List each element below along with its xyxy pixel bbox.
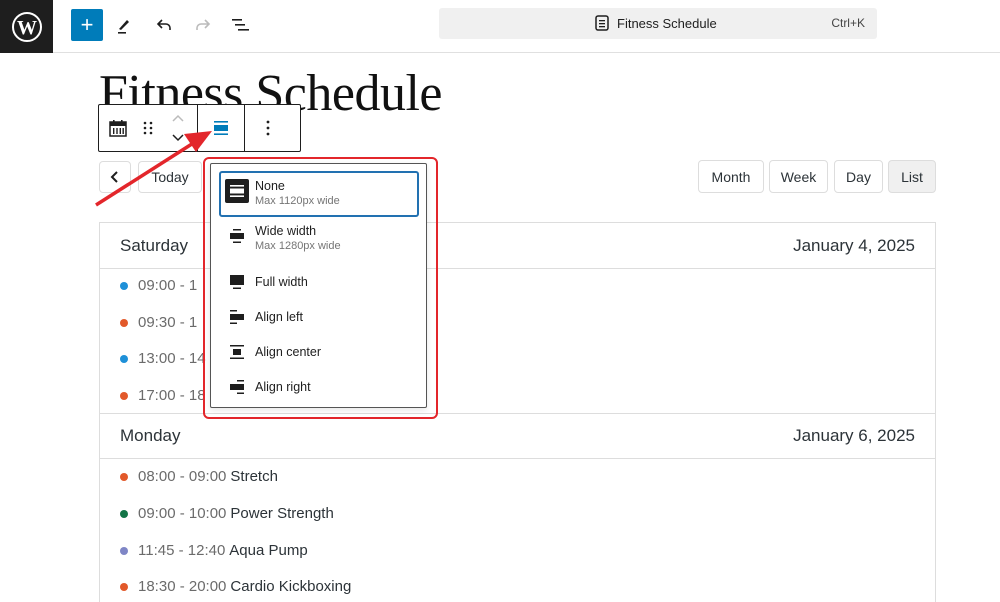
wordpress-icon: W	[11, 11, 42, 42]
option-label: Align right	[255, 380, 311, 394]
event-dot	[120, 391, 128, 400]
event-dot	[120, 509, 128, 518]
list-item[interactable]: 09:30 - 1	[120, 314, 201, 331]
option-sub: Max 1280px wide	[255, 240, 341, 252]
event-time: 08:00 - 09:00	[138, 468, 227, 485]
align-center-icon	[225, 340, 249, 364]
page-icon	[595, 15, 609, 31]
undo-button[interactable]	[148, 9, 180, 41]
event-title: Stretch	[230, 468, 278, 485]
event-title: Power Strength	[230, 505, 334, 522]
day-date: January 4, 2025	[793, 235, 915, 255]
align-button[interactable]	[206, 105, 236, 151]
day-name: Saturday	[120, 235, 189, 255]
chevron-left-icon	[110, 171, 118, 183]
calendar-icon	[109, 120, 127, 137]
editor-top-bar: W + Fitness Schedule Ctrl+K	[0, 0, 1000, 53]
view-week-button[interactable]: Week	[769, 160, 828, 193]
list-item[interactable]: 08:00 - 09:00 Stretch	[120, 468, 278, 485]
add-block-button[interactable]: +	[71, 9, 103, 41]
document-overview-button[interactable]	[225, 9, 257, 41]
align-left-icon	[225, 305, 249, 329]
block-type-button[interactable]	[103, 105, 133, 151]
view-month-button[interactable]: Month	[698, 160, 764, 193]
event-dot	[120, 318, 128, 327]
svg-text:W: W	[17, 17, 37, 39]
event-time: 09:00 - 1	[138, 277, 198, 294]
event-dot	[120, 582, 128, 591]
tools-button[interactable]	[108, 9, 140, 41]
list-item[interactable]: 09:00 - 10:00 Power Strength	[120, 505, 334, 522]
event-title: Cardio Kickboxing	[230, 578, 352, 595]
drag-handle[interactable]	[133, 105, 163, 151]
command-palette-bar[interactable]: Fitness Schedule Ctrl+K	[439, 8, 877, 39]
option-label: Full width	[255, 275, 308, 289]
option-label: Align center	[255, 345, 322, 359]
event-time: 09:30 - 1	[138, 314, 198, 331]
align-option-left[interactable]: Align left	[219, 305, 419, 329]
align-option-center[interactable]: Align center	[219, 340, 419, 364]
drag-icon	[143, 121, 153, 135]
list-view-icon	[232, 19, 249, 31]
align-full-icon	[225, 270, 249, 294]
event-time: 11:45 - 12:40	[138, 542, 226, 559]
list-item[interactable]: 18:30 - 20:00 Cardio Kickboxing	[120, 578, 351, 595]
list-item[interactable]: 11:45 - 12:40 Aqua Pump	[120, 542, 308, 559]
redo-button[interactable]	[187, 9, 219, 41]
redo-icon	[196, 19, 211, 30]
align-option-wide[interactable]: Wide width Max 1280px wide	[219, 224, 419, 252]
align-right-icon	[225, 375, 249, 399]
option-sub: Max 1120px wide	[255, 195, 340, 207]
align-option-full[interactable]: Full width	[219, 270, 419, 294]
pencil-icon	[118, 20, 129, 34]
command-bar-title: Fitness Schedule	[595, 15, 717, 31]
align-option-none[interactable]: None Max 1120px wide	[219, 171, 419, 217]
option-label: Align left	[255, 310, 303, 324]
option-label: None	[255, 179, 285, 193]
alignment-menu: None Max 1120px wide Wide width Max 1280px…	[210, 163, 427, 408]
chevron-up-down-icon	[172, 114, 184, 142]
block-toolbar	[98, 104, 301, 152]
day-header: Monday January 6, 2025	[100, 413, 935, 459]
list-item[interactable]: 17:00 - 18	[120, 387, 210, 404]
undo-icon	[156, 19, 171, 30]
list-item[interactable]: 13:00 - 14	[120, 350, 210, 367]
view-list-button[interactable]: List	[888, 160, 936, 193]
day-date: January 6, 2025	[793, 426, 915, 445]
view-day-button[interactable]: Day	[834, 160, 883, 193]
event-title: Aqua Pump	[229, 542, 308, 559]
event-dot	[120, 281, 128, 290]
move-up-down-buttons[interactable]	[163, 105, 193, 151]
plus-icon: +	[80, 12, 94, 37]
list-item[interactable]: 09:00 - 1	[120, 277, 201, 294]
event-dot	[120, 354, 128, 363]
event-dot	[120, 546, 128, 555]
day-name: Monday	[120, 426, 181, 445]
prev-button[interactable]	[99, 161, 131, 193]
event-time: 13:00 - 14	[138, 350, 206, 367]
event-time: 17:00 - 18	[138, 387, 206, 404]
event-time: 09:00 - 10:00	[138, 505, 227, 522]
align-none-icon	[214, 121, 228, 135]
today-button[interactable]: Today	[138, 161, 202, 193]
option-label: Wide width	[255, 224, 317, 238]
align-wide-icon	[225, 224, 249, 248]
command-bar-page-title: Fitness Schedule	[617, 15, 717, 31]
align-none-icon	[225, 179, 249, 203]
command-shortcut: Ctrl+K	[831, 16, 865, 30]
event-dot	[120, 472, 128, 481]
event-time: 18:30 - 20:00	[138, 578, 227, 595]
block-options-button[interactable]	[253, 105, 283, 151]
wordpress-logo[interactable]: W	[0, 0, 53, 53]
align-option-right[interactable]: Align right	[219, 375, 419, 399]
more-vertical-icon	[266, 120, 270, 136]
